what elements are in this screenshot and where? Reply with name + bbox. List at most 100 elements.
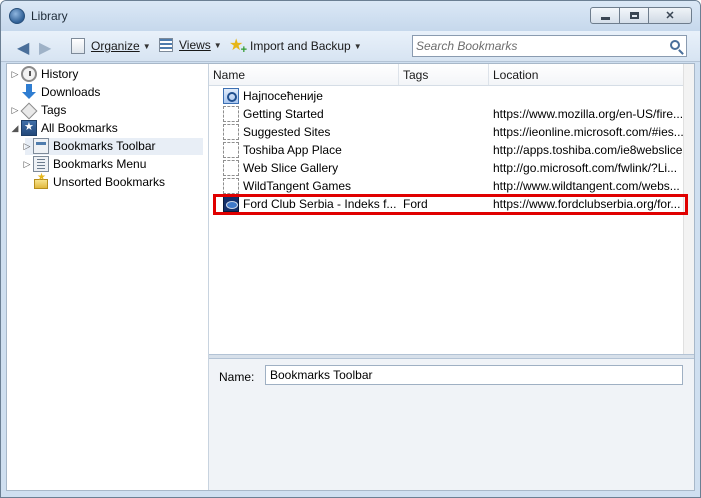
library-content: ▷ History Downloads ▷ Tags ◢ All Bookmar…	[6, 63, 695, 491]
all-bookmarks-icon	[21, 120, 37, 136]
sidebar-item-label: Tags	[41, 103, 67, 117]
blank-page-icon	[223, 160, 239, 176]
collapse-arrow-icon[interactable]: ◢	[9, 123, 21, 134]
name-field[interactable]	[265, 365, 683, 385]
item-name: Ford Club Serbia - Indeks f...	[243, 197, 397, 211]
list-scrollbar[interactable]	[683, 64, 694, 354]
maximize-button[interactable]	[619, 7, 649, 24]
sidebar-item-unsorted-bookmarks[interactable]: Unsorted Bookmarks	[33, 172, 166, 191]
sidebar-item-label: All Bookmarks	[41, 121, 118, 135]
list-item[interactable]: Getting Started https://www.mozilla.org/…	[209, 105, 684, 123]
sidebar-item-all-bookmarks[interactable]: ◢ All Bookmarks	[9, 119, 118, 137]
import-backup-menu-button[interactable]: ★ + Import and Backup ▼	[229, 37, 362, 56]
tag-icon	[21, 102, 37, 118]
sidebar-item-label: History	[41, 67, 79, 81]
chevron-down-icon: ▼	[353, 41, 362, 51]
chevron-down-icon: ▼	[213, 40, 222, 50]
item-tags	[403, 105, 487, 123]
close-button[interactable]: ✕	[648, 7, 692, 24]
expand-arrow-icon[interactable]: ▷	[21, 159, 33, 170]
sidebar-item-bookmarks-menu[interactable]: ▷ Bookmarks Menu	[21, 155, 146, 173]
organize-icon	[71, 38, 85, 54]
sidebar-item-label: Downloads	[41, 85, 101, 99]
item-tags	[403, 123, 487, 141]
bookmarks-menu-icon	[33, 156, 49, 172]
sidebar-item-downloads[interactable]: Downloads	[21, 83, 100, 101]
item-name: Најпосећеније	[243, 89, 323, 103]
item-location	[493, 87, 689, 105]
sidebar-item-bookmarks-toolbar[interactable]: ▷ Bookmarks Toolbar	[21, 137, 156, 155]
views-icon	[159, 38, 173, 52]
window-controls: ✕	[590, 7, 692, 24]
item-location: https://ieonline.microsoft.com/#ies...	[493, 125, 684, 139]
window-title: Library	[31, 9, 68, 23]
item-location: http://www.wildtangent.com/webs...	[493, 179, 680, 193]
item-tags: Ford	[403, 197, 428, 211]
search-input[interactable]	[416, 38, 661, 54]
bookmarks-toolbar-icon	[33, 138, 49, 154]
item-tags	[403, 141, 487, 159]
firefox-icon	[9, 8, 25, 24]
history-icon	[21, 66, 37, 82]
list-item[interactable]: Suggested Sites https://ieonline.microso…	[209, 123, 684, 141]
title-bar[interactable]: Library ✕	[1, 1, 700, 31]
name-field-label: Name:	[219, 370, 255, 384]
search-icon[interactable]	[670, 40, 680, 50]
list-item[interactable]: Web Slice Gallery http://go.microsoft.co…	[209, 159, 684, 177]
import-label: Import and Backup	[250, 39, 351, 53]
column-tags[interactable]: Tags	[399, 64, 489, 85]
close-icon: ✕	[665, 10, 675, 22]
forward-arrow-icon: ▶	[39, 40, 52, 57]
chevron-down-icon: ▼	[142, 41, 151, 51]
list-item[interactable]: Toshiba App Place http://apps.toshiba.co…	[209, 141, 684, 159]
views-menu-button[interactable]: Views ▼	[159, 38, 222, 52]
item-tags	[403, 177, 487, 195]
back-button[interactable]: ◀	[17, 38, 29, 58]
item-tags	[403, 159, 487, 177]
forward-button[interactable]: ▶	[39, 38, 51, 58]
bookmark-list: Name Tags Location Најпосећеније Getting…	[209, 64, 694, 354]
item-location: https://www.fordclubserbia.org/for...	[493, 197, 681, 211]
item-location: https://www.mozilla.org/en-US/fire...	[493, 107, 684, 121]
item-location: http://apps.toshiba.com/ie8webslice	[493, 143, 683, 157]
views-label: Views	[179, 38, 211, 52]
expand-arrow-icon[interactable]: ▷	[9, 105, 21, 116]
back-arrow-icon: ◀	[17, 40, 30, 57]
sidebar-item-label: Unsorted Bookmarks	[53, 175, 166, 189]
maximize-icon	[629, 12, 639, 19]
item-name: Toshiba App Place	[243, 143, 342, 157]
column-name[interactable]: Name	[209, 64, 399, 85]
import-star-icon: ★ +	[229, 37, 247, 56]
item-name: Web Slice Gallery	[243, 161, 339, 175]
column-header: Name Tags Location	[209, 64, 684, 86]
blank-page-icon	[223, 142, 239, 158]
blank-page-icon	[223, 178, 239, 194]
item-name: Getting Started	[243, 107, 324, 121]
sidebar-item-tags[interactable]: ▷ Tags	[9, 101, 67, 119]
expand-arrow-icon[interactable]: ▷	[21, 141, 33, 152]
list-item[interactable]: Најпосећеније	[209, 87, 684, 105]
minimize-icon	[600, 16, 610, 20]
library-window: Library ✕ ◀ ▶ Organize ▼ Views ▼ ★ + Impo…	[0, 0, 701, 498]
download-icon	[21, 84, 37, 100]
list-item[interactable]: Ford Club Serbia - Indeks f... Ford http…	[209, 195, 684, 213]
smart-query-icon	[223, 88, 239, 104]
item-location: http://go.microsoft.com/fwlink/?Li...	[493, 161, 678, 175]
minimize-button[interactable]	[590, 7, 620, 24]
unsorted-bookmarks-icon	[33, 172, 49, 190]
sidebar-item-label: Bookmarks Toolbar	[53, 139, 156, 153]
ford-favicon-icon	[223, 196, 239, 212]
organize-label: Organize	[91, 39, 140, 53]
sidebar-item-label: Bookmarks Menu	[53, 157, 147, 171]
expand-arrow-icon[interactable]: ▷	[9, 69, 21, 80]
item-name: WildTangent Games	[243, 179, 352, 193]
organize-menu-button[interactable]: Organize ▼	[71, 38, 151, 54]
blank-page-icon	[223, 124, 239, 140]
sidebar-item-history[interactable]: ▷ History	[9, 65, 78, 83]
details-pane: Name:	[209, 359, 694, 490]
item-name: Suggested Sites	[243, 125, 331, 139]
list-item[interactable]: WildTangent Games http://www.wildtangent…	[209, 177, 684, 195]
column-location[interactable]: Location	[489, 64, 687, 85]
item-tags	[403, 87, 487, 105]
search-box	[412, 35, 687, 57]
